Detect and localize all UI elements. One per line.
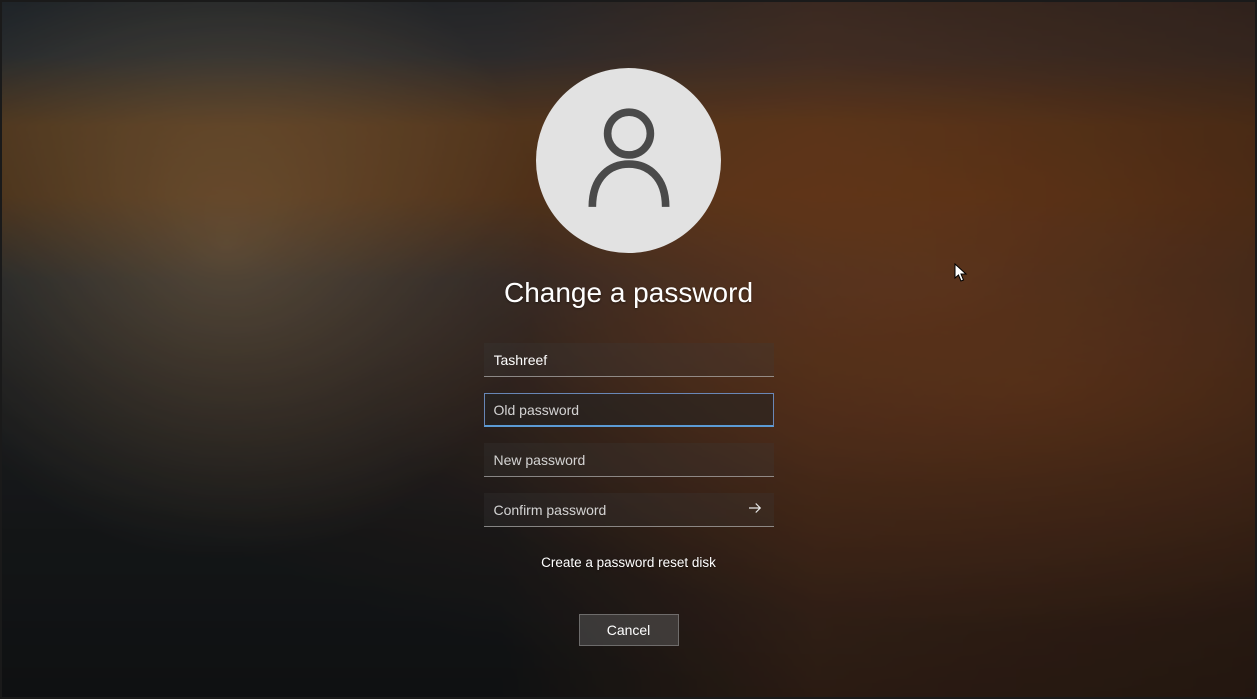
user-icon — [580, 103, 678, 218]
confirm-password-field-row — [484, 493, 774, 527]
new-password-field-row — [484, 443, 774, 477]
cancel-button-label: Cancel — [607, 622, 651, 638]
submit-arrow-button[interactable] — [736, 493, 774, 527]
fields-container — [484, 343, 774, 527]
arrow-right-icon — [746, 499, 764, 522]
new-password-field[interactable] — [484, 443, 774, 477]
cancel-button[interactable]: Cancel — [579, 614, 679, 646]
username-field-row — [484, 343, 774, 377]
user-avatar — [536, 68, 721, 253]
confirm-password-field[interactable] — [484, 493, 774, 527]
page-title: Change a password — [504, 277, 753, 309]
old-password-field[interactable] — [484, 393, 774, 427]
reset-disk-link[interactable]: Create a password reset disk — [541, 555, 716, 570]
old-password-field-row — [484, 393, 774, 427]
username-field[interactable] — [484, 343, 774, 377]
change-password-panel: Change a password Create a password rese… — [0, 0, 1257, 699]
